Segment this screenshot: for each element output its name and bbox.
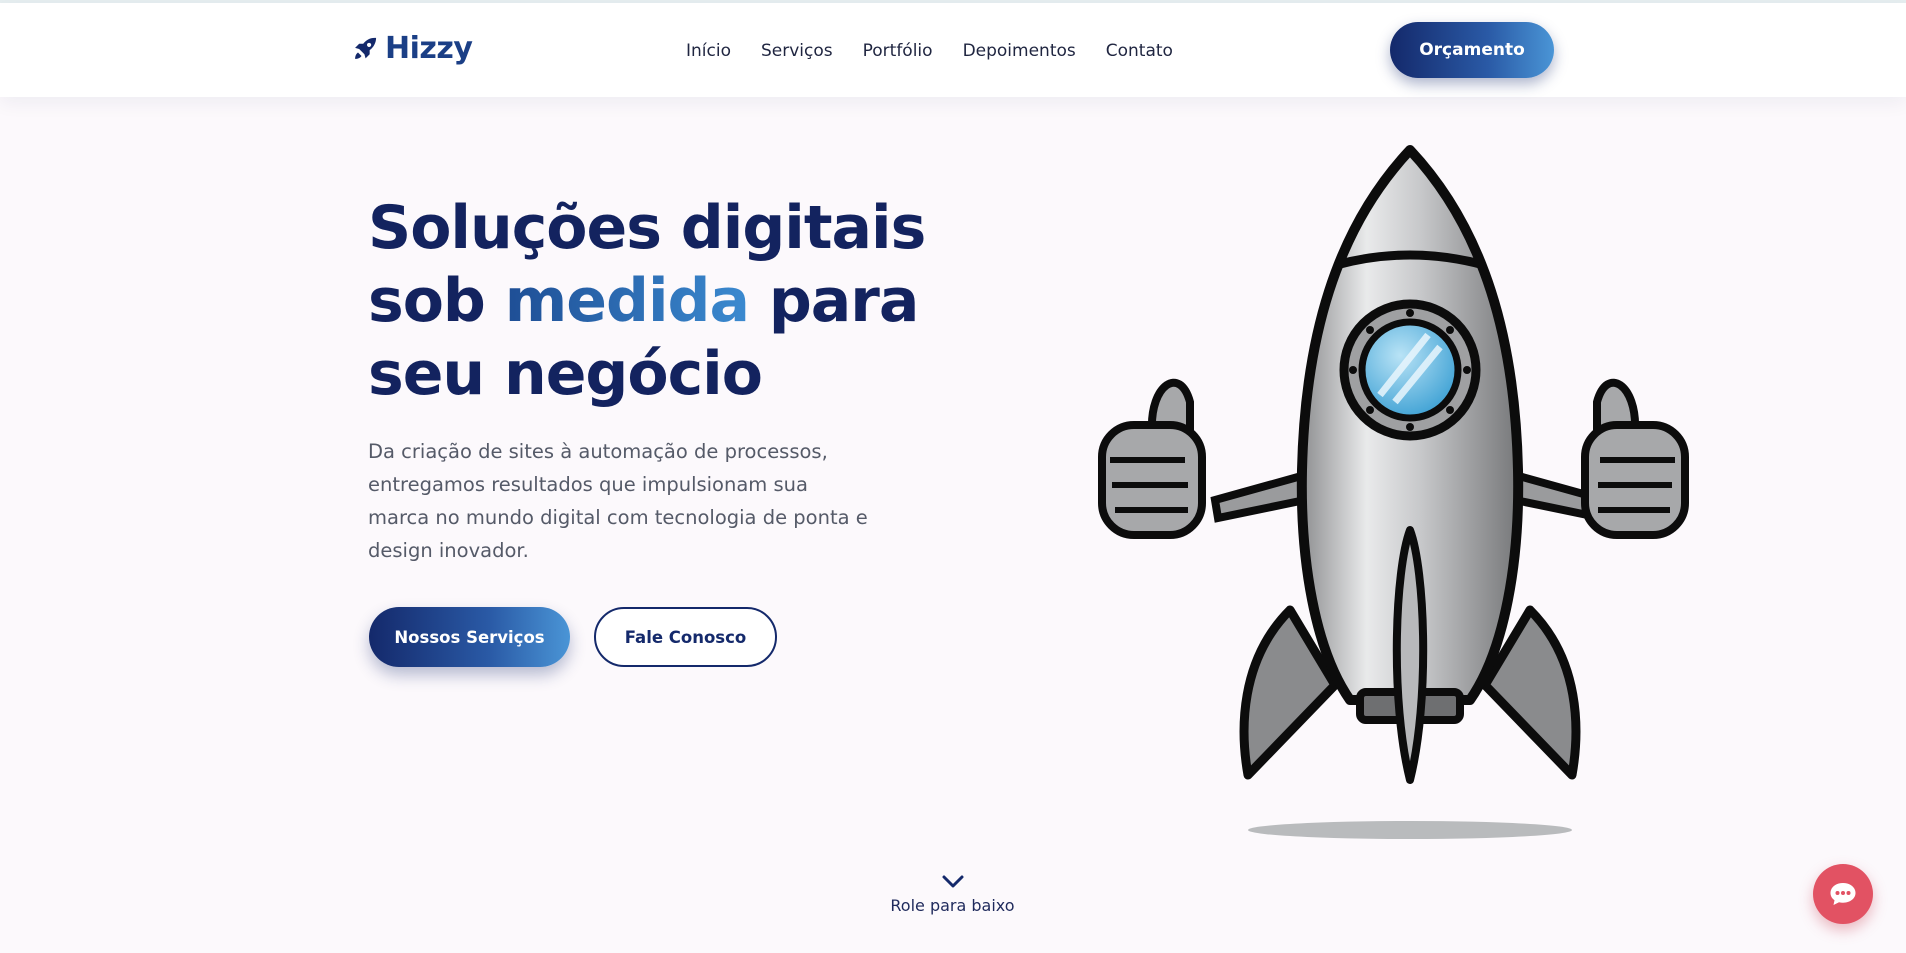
hero-title-accent: medida (504, 266, 750, 336)
quote-button[interactable]: Orçamento (1390, 22, 1554, 78)
hero-subtitle: Da criação de sites à automação de proce… (368, 440, 868, 562)
brand-name: Hizzy (385, 31, 473, 66)
main-nav: Início Serviços Portfólio Depoimentos Co… (686, 41, 1203, 61)
nav-item-inicio[interactable]: Início (686, 41, 731, 61)
nav-item-servicos[interactable]: Serviços (761, 41, 833, 61)
our-services-button[interactable]: Nossos Serviços (369, 607, 570, 667)
nav-item-depoimentos[interactable]: Depoimentos (963, 41, 1076, 61)
chevron-down-icon (942, 875, 963, 888)
chat-widget-button[interactable] (1813, 864, 1873, 924)
right-thumb-hand (1581, 378, 1689, 539)
site-header: Hizzy Início Serviços Portfólio Depoimen… (0, 3, 1906, 97)
left-thumb-hand (1098, 378, 1206, 539)
scroll-down-hint[interactable]: Role para baixo (880, 874, 1025, 915)
rocket-shadow (1248, 821, 1572, 839)
rocket-icon (355, 37, 377, 59)
rocket-thumbs-up-illustration (1098, 145, 1689, 839)
hero-title: Soluções digitais sob medida para seu ne… (368, 192, 928, 411)
chat-bubble-icon (1830, 883, 1856, 905)
nav-item-contato[interactable]: Contato (1106, 41, 1173, 61)
contact-us-button[interactable]: Fale Conosco (594, 607, 777, 667)
nav-item-portfolio[interactable]: Portfólio (863, 41, 933, 61)
scroll-down-label: Role para baixo (890, 896, 1015, 915)
brand-logo[interactable]: Hizzy (351, 31, 473, 66)
rocket-center-fin (1392, 526, 1428, 784)
